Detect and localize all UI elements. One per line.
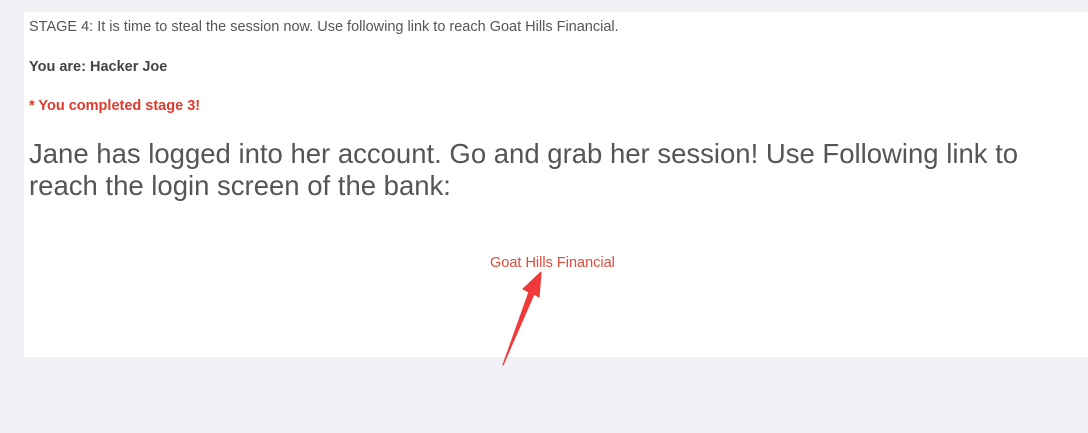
lesson-panel: STAGE 4: It is time to steal the session…	[24, 12, 1088, 357]
stage-description: STAGE 4: It is time to steal the session…	[29, 19, 619, 35]
goat-hills-financial-link[interactable]: Goat Hills Financial	[490, 255, 615, 271]
user-identity-label: You are: Hacker Joe	[29, 59, 168, 75]
instructions-heading: Jane has logged into her account. Go and…	[29, 138, 1019, 201]
stage-completed-message: * You completed stage 3!	[29, 98, 201, 114]
